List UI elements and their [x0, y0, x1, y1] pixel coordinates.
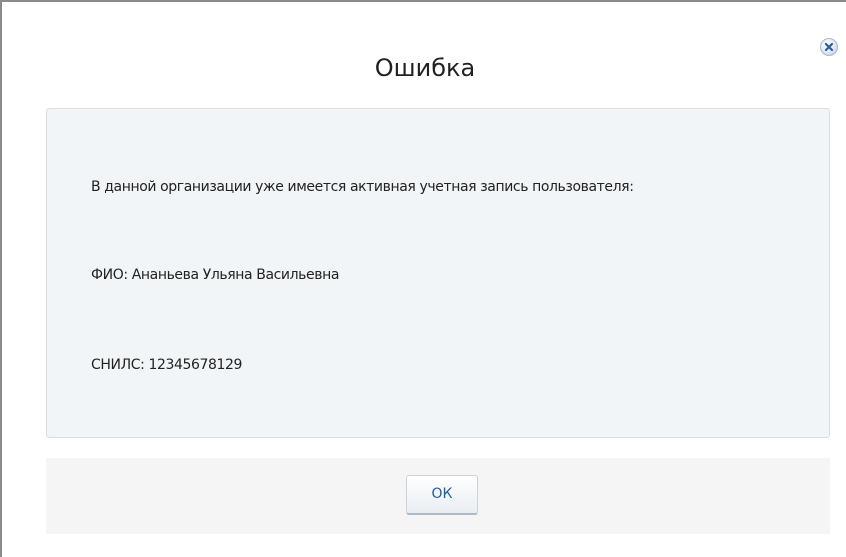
user-snils: СНИЛС: 12345678129	[91, 357, 243, 373]
close-button[interactable]	[820, 38, 838, 56]
dialog-title: Ошибка	[374, 54, 476, 82]
user-fullname: ФИО: Ананьева Ульяна Васильевна	[91, 267, 340, 283]
close-icon	[824, 42, 834, 52]
dialog-footer: ОК	[46, 458, 830, 534]
message-text: В данной организации уже имеется активна…	[91, 179, 634, 195]
message-panel: В данной организации уже имеется активна…	[46, 108, 830, 438]
error-dialog: Ошибка В данной организации уже имеется …	[0, 0, 846, 557]
ok-button[interactable]: ОК	[406, 475, 478, 515]
